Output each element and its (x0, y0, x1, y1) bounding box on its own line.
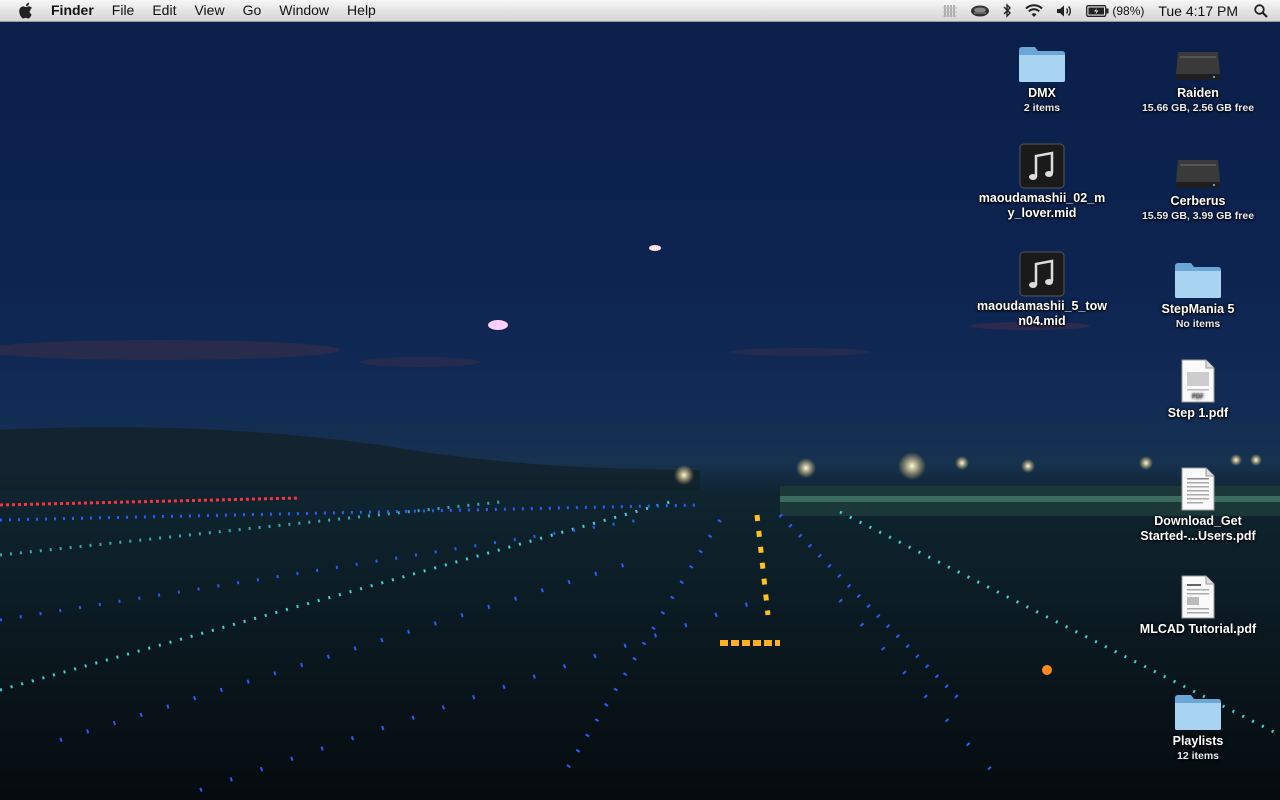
desktop-item-label: Cerberus (1170, 194, 1226, 208)
desktop-item-label: StepMania 5 (1161, 302, 1235, 316)
time-machine-icon[interactable] (964, 0, 996, 21)
desktop-item-info: 15.66 GB, 2.56 GB free (1141, 102, 1255, 114)
desktop-item-info: 15.59 GB, 3.99 GB free (1141, 210, 1255, 222)
desktop-item-raiden-drive[interactable]: Raiden 15.66 GB, 2.56 GB free (1128, 32, 1268, 115)
battery-status[interactable]: (98%) (1080, 0, 1150, 21)
battery-icon (1086, 4, 1109, 17)
desktop-item-info: 2 items (1023, 102, 1061, 114)
desktop-item-dmx[interactable]: DMX 2 items (972, 32, 1112, 115)
music-file-icon (1016, 137, 1068, 189)
bluetooth-icon[interactable] (996, 0, 1018, 21)
desktop-item-mlcad-pdf[interactable]: MLCAD Tutorial.pdf (1128, 568, 1268, 637)
menu-go[interactable]: Go (234, 0, 271, 21)
apple-menu-icon[interactable] (18, 2, 34, 20)
desktop-item-mid-file-2[interactable]: maoudamashii_5_tow n04.mid (972, 245, 1112, 329)
menu-window[interactable]: Window (270, 0, 338, 21)
desktop-item-playlists-folder[interactable]: Playlists 12 items (1128, 680, 1268, 763)
desktop-item-mid-file-1[interactable]: maoudamashii_02_m y_lover.mid (972, 137, 1112, 221)
desktop-item-info: 12 items (1176, 750, 1220, 762)
desktop-item-cerberus-drive[interactable]: Cerberus 15.59 GB, 3.99 GB free (1128, 140, 1268, 223)
music-file-icon (1016, 245, 1068, 297)
battery-percent: (98%) (1112, 3, 1145, 18)
desktop-item-label: Raiden (1177, 86, 1219, 100)
pdf-document-icon (1172, 460, 1224, 512)
wifi-icon[interactable] (1018, 0, 1050, 21)
desktop-item-label: Step 1.pdf (1167, 406, 1229, 420)
menubar-clock[interactable]: Tue 4:17 PM (1150, 3, 1248, 19)
desktop-item-label: DMX (1028, 86, 1056, 100)
folder-icon (1016, 32, 1068, 84)
menu-view[interactable]: View (185, 0, 233, 21)
desktop-item-stepmania-folder[interactable]: StepMania 5 No items (1128, 248, 1268, 331)
pdf-document-icon (1172, 568, 1224, 620)
desktop-item-label: Download_Get Started-...Users.pdf (1140, 514, 1256, 543)
hard-drive-icon (1172, 32, 1224, 84)
desktop-item-step1-pdf[interactable]: PDF Step 1.pdf (1128, 352, 1268, 421)
app-menu-finder[interactable]: Finder (42, 0, 103, 21)
menu-help[interactable]: Help (338, 0, 385, 21)
pdf-document-icon: PDF (1172, 352, 1224, 404)
desktop-wallpaper (0, 245, 1280, 800)
menu-edit[interactable]: Edit (143, 0, 185, 21)
desktop-item-label: MLCAD Tutorial.pdf (1139, 622, 1257, 636)
volume-icon[interactable] (1050, 0, 1080, 21)
menu-extra-grip-icon[interactable] (936, 0, 964, 21)
desktop-item-info: No items (1175, 318, 1221, 330)
folder-icon (1172, 680, 1224, 732)
hard-drive-icon (1172, 140, 1224, 192)
spotlight-search-icon[interactable] (1248, 0, 1280, 21)
desktop-item-label: maoudamashii_5_tow n04.mid (977, 299, 1107, 328)
menu-bar: Finder File Edit View Go Window Help (98… (0, 0, 1280, 22)
desktop-item-label: maoudamashii_02_m y_lover.mid (978, 191, 1106, 220)
menu-file[interactable]: File (103, 0, 144, 21)
desktop-item-download-pdf[interactable]: Download_Get Started-...Users.pdf (1128, 460, 1268, 544)
desktop-item-label: Playlists (1172, 734, 1224, 748)
svg-text:PDF: PDF (1192, 393, 1204, 400)
folder-icon (1172, 248, 1224, 300)
